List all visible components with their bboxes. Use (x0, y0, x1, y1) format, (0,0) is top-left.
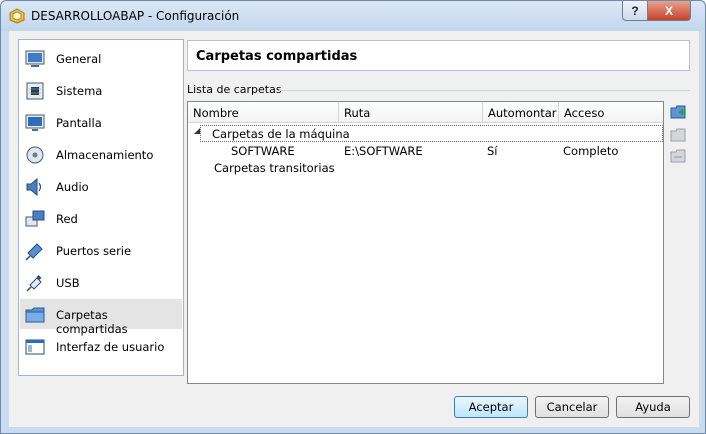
add-folder-icon[interactable] (670, 104, 686, 120)
tree-group-label: Carpetas de la máquina (212, 127, 350, 141)
sidebar-item-label: Interfaz de usuario (56, 340, 165, 354)
title-bar[interactable]: DESARROLLOABAP - Configuración ? X (1, 1, 705, 31)
user-interface-icon (25, 339, 45, 355)
sidebar-item-label: General (56, 52, 102, 66)
usb-icon (26, 275, 42, 292)
storage-disk-icon (26, 146, 44, 164)
serial-port-icon (25, 243, 43, 261)
ok-button[interactable]: Aceptar (454, 396, 528, 418)
sidebar-item-audio[interactable]: Audio (20, 171, 182, 201)
tree-group-label[interactable]: Carpetas transitorias (214, 161, 335, 175)
sidebar-item-carpetas-compartidas[interactable]: Carpetas compartidas (20, 299, 182, 336)
settings-window: DESARROLLOABAP - Configuración ? X Gener… (0, 0, 706, 434)
network-icon (25, 210, 45, 227)
folder-automount-cell: Sí (487, 144, 498, 158)
shared-folders-tree[interactable]: Nombre Ruta Automontar Acceso ◢ Carpetas… (187, 101, 664, 384)
sidebar-item-usb[interactable]: USB (20, 267, 182, 297)
folder-access-cell: Completo (563, 144, 619, 158)
sidebar-item-label: Pantalla (56, 116, 102, 130)
speaker-icon (26, 177, 42, 197)
sidebar-item-label: Red (56, 212, 78, 226)
expand-arrow-icon[interactable]: ◢ (194, 126, 200, 135)
folder-list-label: Lista de carpetas (187, 83, 282, 96)
column-header-ruta[interactable]: Ruta (339, 102, 483, 123)
remove-folder-icon[interactable] (670, 148, 686, 164)
window-title: DESARROLLOABAP - Configuración (31, 9, 240, 23)
sidebar-item-label: Audio (56, 180, 89, 194)
help-title-button[interactable]: ? (622, 1, 648, 21)
sidebar-item-red[interactable]: Red (20, 203, 182, 233)
general-monitor-icon (25, 50, 45, 67)
help-button[interactable]: Ayuda (616, 396, 690, 418)
virtualbox-app-icon (9, 8, 25, 24)
page-title-box: Carpetas compartidas (187, 40, 690, 71)
shared-folder-icon (25, 307, 45, 323)
dialog-body: General Sistema Pantalla Almacenamiento … (9, 31, 699, 427)
sidebar-item-label: Almacenamiento (56, 148, 154, 162)
column-header-automontar[interactable]: Automontar (483, 102, 559, 123)
sidebar-item-interfaz-de-usuario[interactable]: Interfaz de usuario (20, 331, 182, 361)
column-header-acceso[interactable]: Acceso (559, 102, 663, 123)
sidebar-item-label: USB (56, 276, 80, 290)
sidebar-item-sistema[interactable]: Sistema (20, 75, 182, 105)
sidebar-item-pantalla[interactable]: Pantalla (20, 107, 182, 137)
system-chip-icon (26, 82, 44, 100)
settings-sidebar: General Sistema Pantalla Almacenamiento … (18, 39, 184, 376)
group-divider (279, 90, 690, 91)
display-monitor-icon (25, 114, 45, 131)
close-button[interactable]: X (647, 1, 691, 21)
cancel-button[interactable]: Cancelar (535, 396, 609, 418)
sidebar-item-general[interactable]: General (20, 43, 182, 73)
folder-path-cell: E:\SOFTWARE (344, 144, 423, 158)
column-header-nombre[interactable]: Nombre (188, 102, 339, 123)
sidebar-item-almacenamiento[interactable]: Almacenamiento (20, 139, 182, 169)
edit-folder-icon[interactable] (670, 127, 686, 143)
page-title: Carpetas compartidas (196, 49, 358, 64)
sidebar-item-puertos-serie[interactable]: Puertos serie (20, 235, 182, 265)
sidebar-item-label: Sistema (56, 84, 103, 98)
sidebar-item-label: Puertos serie (56, 244, 132, 258)
folder-name-cell[interactable]: SOFTWARE (231, 144, 295, 158)
